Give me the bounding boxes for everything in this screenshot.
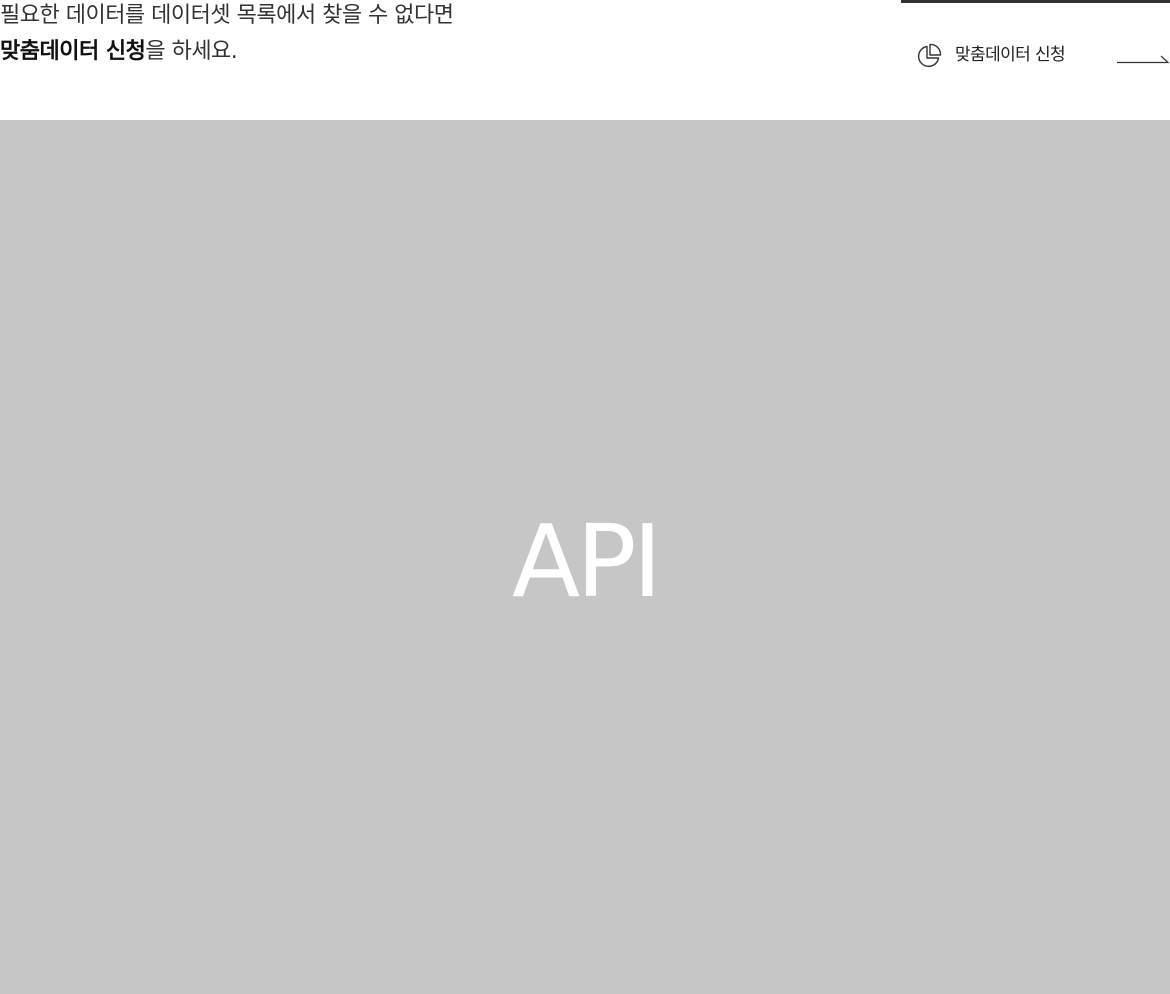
notice-line-2-rest: 을 하세요. <box>145 39 238 64</box>
section-divider <box>901 0 1170 3</box>
custom-data-request-link[interactable]: 맞춤데이터 신청 <box>915 40 1170 72</box>
notice-highlight: 맞춤데이터 신청 <box>0 39 146 64</box>
custom-data-notice: 필요한 데이터를 데이터셋 목록에서 찾을 수 없다면 맞춤데이터 신청을 하세… <box>0 0 454 70</box>
custom-data-request-label: 맞춤데이터 신청 <box>955 45 1066 65</box>
api-banner: API <box>0 120 1170 994</box>
pie-chart-icon <box>918 43 942 67</box>
notice-line-2: 맞춤데이터 신청을 하세요. <box>0 34 454 70</box>
arrow-right-icon <box>1117 55 1170 64</box>
notice-line-1: 필요한 데이터를 데이터셋 목록에서 찾을 수 없다면 <box>0 3 454 28</box>
api-banner-title: API <box>511 503 662 620</box>
page: 필요한 데이터를 데이터셋 목록에서 찾을 수 없다면 맞춤데이터 신청을 하세… <box>0 0 1170 994</box>
